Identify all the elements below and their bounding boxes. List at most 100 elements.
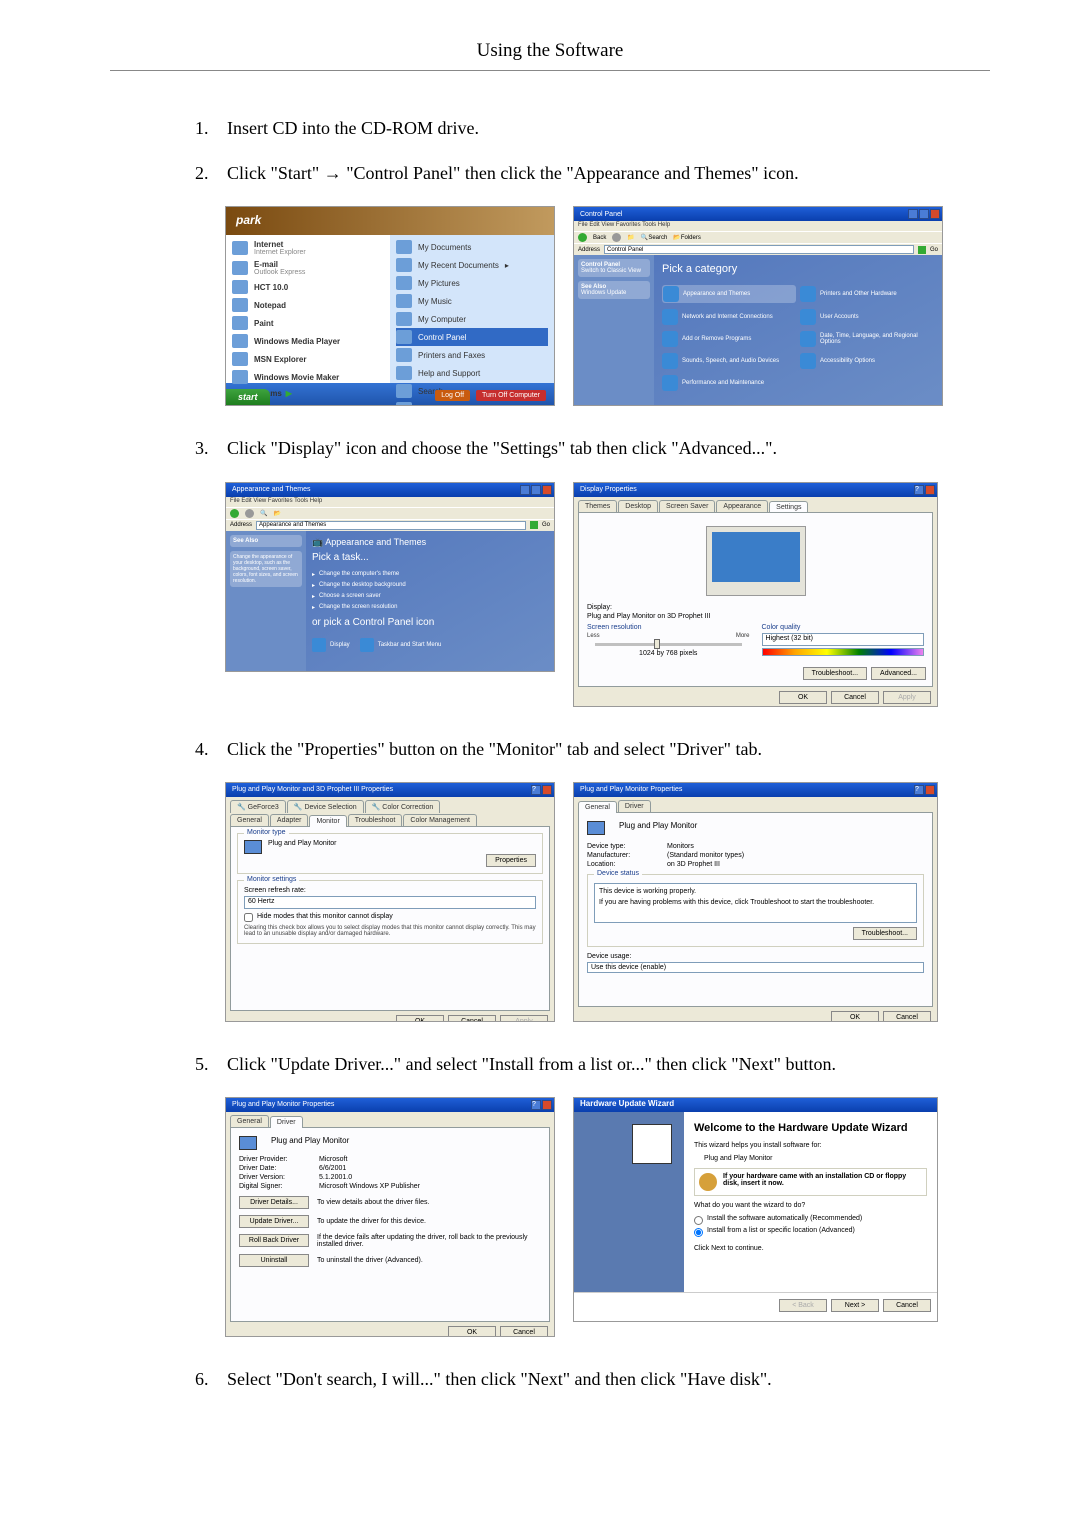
start-item-paint[interactable]: Paint [232, 314, 384, 332]
advanced-button[interactable]: Advanced... [871, 667, 926, 680]
tab-themes[interactable]: Themes [578, 500, 617, 512]
folders-button[interactable]: 📂Folders [673, 234, 701, 241]
close-button[interactable] [542, 785, 552, 795]
address-field[interactable]: Appearance and Themes [256, 521, 526, 530]
taskbar-start-button[interactable]: start [226, 389, 270, 405]
apply-button[interactable]: Apply [883, 691, 931, 704]
cancel-button[interactable]: Cancel [500, 1326, 548, 1337]
windows-update-link[interactable]: Windows Update [581, 290, 626, 296]
search-button[interactable]: 🔍Search [641, 234, 668, 241]
tab-general[interactable]: General [230, 814, 269, 826]
update-driver-button[interactable]: Update Driver... [239, 1215, 309, 1228]
start-item-hct[interactable]: HCT 10.0 [232, 278, 384, 296]
refresh-rate-select[interactable]: 60 Hertz [244, 896, 536, 909]
wizard-next-button[interactable]: Next > [831, 1299, 879, 1312]
ok-button[interactable]: OK [448, 1326, 496, 1337]
up-icon[interactable]: 📁 [627, 234, 634, 241]
category-printers[interactable]: Printers and Other Hardware [800, 285, 934, 303]
category-accessibility[interactable]: Accessibility Options [800, 353, 934, 369]
tab-general[interactable]: General [578, 801, 617, 813]
tab-device-selection[interactable]: 🔧 Device Selection [287, 800, 364, 813]
category-sounds[interactable]: Sounds, Speech, and Audio Devices [662, 353, 796, 369]
category-performance[interactable]: Performance and Maintenance [662, 375, 796, 391]
go-button[interactable] [530, 521, 538, 529]
task-change-theme[interactable]: Change the computer's theme [312, 569, 548, 580]
taskbar-icon-link[interactable]: Taskbar and Start Menu [360, 638, 442, 652]
hide-modes-checkbox[interactable] [244, 913, 253, 922]
minimize-button[interactable] [908, 209, 918, 219]
start-item-recent[interactable]: My Recent Documents ▸ [396, 256, 548, 274]
start-item-music[interactable]: My Music [396, 292, 548, 310]
address-field[interactable]: Control Panel [604, 245, 914, 254]
maximize-button[interactable] [531, 485, 541, 495]
forward-button[interactable] [245, 509, 254, 518]
ok-button[interactable]: OK [779, 691, 827, 704]
troubleshoot-button[interactable]: Troubleshoot... [803, 667, 867, 680]
close-button[interactable] [925, 485, 935, 495]
ok-button[interactable]: OK [831, 1011, 879, 1022]
menubar[interactable]: File Edit View Favorites Tools Help [226, 497, 554, 507]
close-button[interactable] [925, 785, 935, 795]
start-item-control-panel[interactable]: Control Panel [396, 328, 548, 346]
logoff-button[interactable]: Log Off [435, 390, 470, 401]
tab-general[interactable]: General [230, 1115, 269, 1127]
switch-classic-link[interactable]: Switch to Classic View [581, 268, 641, 274]
install-list-radio[interactable] [694, 1228, 703, 1237]
driver-details-button[interactable]: Driver Details... [239, 1196, 309, 1209]
cancel-button[interactable]: Cancel [831, 691, 879, 704]
go-button[interactable] [918, 246, 926, 254]
apply-button[interactable]: Apply [500, 1015, 548, 1022]
resolution-slider[interactable] [595, 643, 742, 646]
help-button[interactable]: ? [531, 1100, 541, 1110]
wizard-back-button[interactable]: < Back [779, 1299, 827, 1312]
display-icon-link[interactable]: Display [312, 638, 350, 652]
task-change-bg[interactable]: Change the desktop background [312, 580, 548, 591]
tab-screensaver[interactable]: Screen Saver [659, 500, 715, 512]
close-button[interactable] [542, 485, 552, 495]
wizard-cancel-button[interactable]: Cancel [883, 1299, 931, 1312]
tab-appearance[interactable]: Appearance [716, 500, 768, 512]
close-button[interactable] [930, 209, 940, 219]
tab-color-correction[interactable]: 🔧 Color Correction [365, 800, 441, 813]
tab-geforce[interactable]: 🔧 GeForce3 [230, 800, 286, 813]
task-resolution[interactable]: Change the screen resolution [312, 602, 548, 613]
start-item-wmp[interactable]: Windows Media Player [232, 332, 384, 350]
properties-button[interactable]: Properties [486, 854, 536, 867]
tab-driver[interactable]: Driver [618, 800, 651, 812]
help-button[interactable]: ? [531, 785, 541, 795]
category-appearance-themes[interactable]: Appearance and Themes [662, 285, 796, 303]
device-usage-select[interactable]: Use this device (enable) [587, 962, 924, 973]
start-item-printers[interactable]: Printers and Faxes [396, 346, 548, 364]
cancel-button[interactable]: Cancel [448, 1015, 496, 1022]
start-item-mydocs[interactable]: My Documents [396, 238, 548, 256]
start-item-internet[interactable]: InternetInternet Explorer [232, 238, 384, 258]
start-item-moviemaker[interactable]: Windows Movie Maker [232, 368, 384, 386]
uninstall-button[interactable]: Uninstall [239, 1254, 309, 1267]
help-button[interactable]: ? [914, 485, 924, 495]
tab-adapter[interactable]: Adapter [270, 814, 309, 826]
task-screensaver[interactable]: Choose a screen saver [312, 591, 548, 602]
back-button[interactable] [578, 233, 587, 242]
tab-color-mgmt[interactable]: Color Management [403, 814, 477, 826]
category-network[interactable]: Network and Internet Connections [662, 309, 796, 325]
tab-monitor[interactable]: Monitor [309, 815, 346, 827]
menubar[interactable]: File Edit View Favorites Tools Help [574, 221, 942, 231]
tab-driver[interactable]: Driver [270, 1116, 303, 1128]
install-auto-radio[interactable] [694, 1216, 703, 1225]
tab-desktop[interactable]: Desktop [618, 500, 658, 512]
start-item-msn[interactable]: MSN Explorer [232, 350, 384, 368]
forward-button[interactable] [612, 233, 621, 242]
start-item-help[interactable]: Help and Support [396, 364, 548, 382]
turnoff-button[interactable]: Turn Off Computer [476, 390, 546, 401]
category-regional[interactable]: Date, Time, Language, and Regional Optio… [800, 331, 934, 347]
color-quality-select[interactable]: Highest (32 bit) [762, 633, 925, 646]
rollback-driver-button[interactable]: Roll Back Driver [239, 1234, 309, 1247]
category-users[interactable]: User Accounts [800, 309, 934, 325]
cancel-button[interactable]: Cancel [883, 1011, 931, 1022]
troubleshoot-button[interactable]: Troubleshoot... [853, 927, 917, 940]
help-button[interactable]: ? [914, 785, 924, 795]
start-item-pics[interactable]: My Pictures [396, 274, 548, 292]
tab-troubleshoot[interactable]: Troubleshoot [348, 814, 403, 826]
start-item-email[interactable]: E-mailOutlook Express [232, 258, 384, 278]
category-addremove[interactable]: Add or Remove Programs [662, 331, 796, 347]
